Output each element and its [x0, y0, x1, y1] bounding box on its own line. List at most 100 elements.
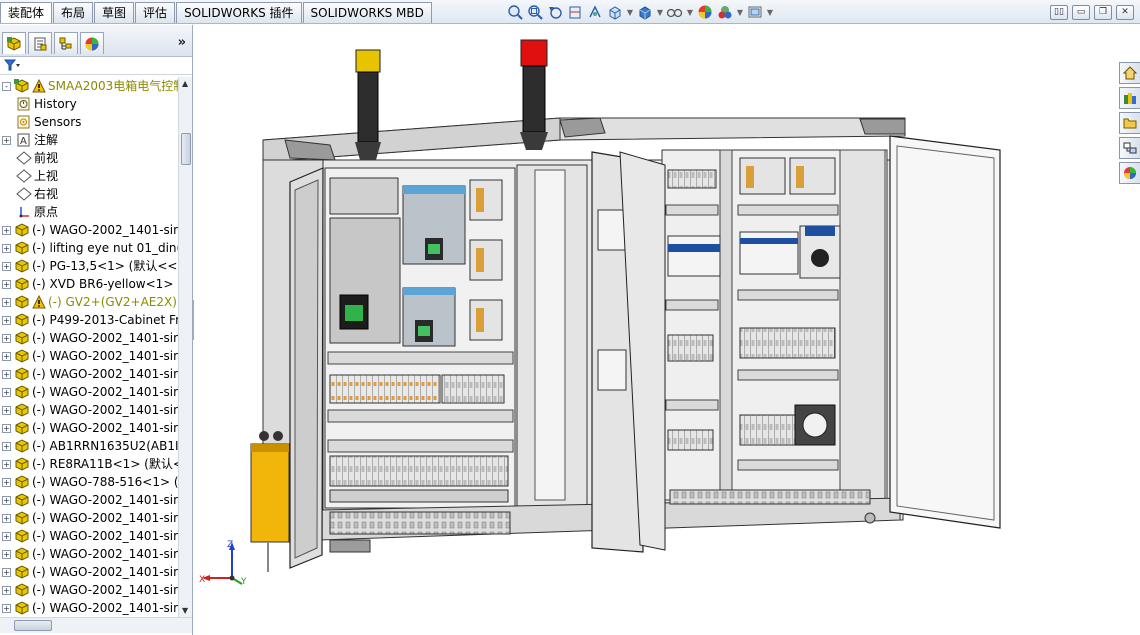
dynamic-annotation-icon[interactable]	[585, 2, 605, 22]
expand-toggle-icon[interactable]: +	[2, 280, 11, 289]
expand-toggle-icon[interactable]: +	[2, 352, 11, 361]
expand-toggle-icon[interactable]: +	[2, 586, 11, 595]
tile-vertical-icon[interactable]: ▭	[1072, 5, 1090, 20]
tree-item[interactable]: + (-) WAGO-2002_1401-sin	[0, 365, 178, 383]
tree-item[interactable]: History	[0, 95, 178, 113]
tree-item[interactable]: + (-) WAGO-2002_1401-sin	[0, 347, 178, 365]
tree-item[interactable]: + (-) RE8RA11B<1> (默认<	[0, 455, 178, 473]
scroll-up-icon[interactable]: ▲	[182, 79, 188, 88]
tree-item[interactable]: 原点	[0, 203, 178, 221]
tree-item[interactable]: + (-) WAGO-2002_1401-sin	[0, 329, 178, 347]
expand-toggle-icon[interactable]: +	[2, 604, 11, 613]
tree-item[interactable]: + (-) PG-13,5<1> (默认<<	[0, 257, 178, 275]
expand-toggle-icon[interactable]: +	[2, 442, 11, 451]
expand-toggle-icon[interactable]: +	[2, 424, 11, 433]
hide-show-dropdown[interactable]: ▼	[685, 2, 695, 22]
tree-item[interactable]: + (-) WAGO-2002_1401-sin	[0, 383, 178, 401]
tree-item[interactable]: + (-) WAGO-2002_1401-sin	[0, 419, 178, 437]
scroll-down-icon[interactable]: ▼	[182, 606, 188, 615]
tab-2[interactable]: 草图	[94, 2, 135, 23]
tree-item[interactable]: 右视	[0, 185, 178, 203]
tree-item[interactable]: + (-) WAGO-2002_1401-sin	[0, 491, 178, 509]
tab-4[interactable]: SOLIDWORKS 插件	[176, 2, 302, 23]
design-library-icon[interactable]	[1119, 87, 1140, 109]
expand-toggle-icon[interactable]: +	[2, 244, 11, 253]
expand-toggle-icon[interactable]: +	[2, 298, 11, 307]
expand-toggle-icon[interactable]: +	[2, 550, 11, 559]
zoom-to-fit-icon[interactable]	[505, 2, 525, 22]
tree-item[interactable]: + (-) GV2+(GV2+AE2X)	[0, 293, 178, 311]
apply-scene-dropdown[interactable]: ▼	[735, 2, 745, 22]
tree-item[interactable]: + (-) WAGO-2002_1401-sin	[0, 527, 178, 545]
view-orientation-dropdown[interactable]: ▼	[625, 2, 635, 22]
tree-item[interactable]: 前视	[0, 149, 178, 167]
expand-toggle-icon[interactable]: +	[2, 136, 11, 145]
view-settings-icon[interactable]	[745, 2, 765, 22]
property-manager-tab-icon[interactable]	[28, 32, 52, 54]
configuration-manager-tab-icon[interactable]	[54, 32, 78, 54]
tree-item[interactable]: + (-) WAGO-788-516<1> (	[0, 473, 178, 491]
tree-item[interactable]: + (-) WAGO-2002_1401-sin	[0, 599, 178, 617]
expand-toggle-icon[interactable]: +	[2, 514, 11, 523]
triad-x-label: X	[199, 575, 205, 585]
tree-item[interactable]: + (-) AB1RRN1635U2(AB1I	[0, 437, 178, 455]
expand-toggle-icon[interactable]: +	[2, 568, 11, 577]
tree-item[interactable]: + (-) WAGO-2002_1401-sin	[0, 509, 178, 527]
scroll-thumb[interactable]	[181, 133, 191, 165]
section-view-icon[interactable]	[565, 2, 585, 22]
zoom-area-icon[interactable]	[525, 2, 545, 22]
expand-toggle-icon[interactable]: -	[2, 82, 11, 91]
tree-item[interactable]: + A 注解	[0, 131, 178, 149]
expand-toggle-icon[interactable]: +	[2, 460, 11, 469]
graphics-area[interactable]	[194, 25, 1140, 635]
panel-expand-icon[interactable]: »	[178, 35, 186, 50]
feature-manager-tab-icon[interactable]	[2, 32, 26, 54]
view-settings-dropdown[interactable]: ▼	[765, 2, 775, 22]
expand-toggle-icon[interactable]: +	[2, 334, 11, 343]
tab-1[interactable]: 布局	[53, 2, 94, 23]
tree-horizontal-scrollbar[interactable]	[0, 617, 192, 633]
previous-view-icon[interactable]	[545, 2, 565, 22]
expand-toggle-icon[interactable]: +	[2, 406, 11, 415]
home-icon[interactable]	[1119, 62, 1140, 84]
part-icon	[14, 223, 30, 237]
tile-horizontal-icon[interactable]: ▯▯	[1050, 5, 1068, 20]
tree-item[interactable]: + (-) WAGO-2002_1401-sin	[0, 545, 178, 563]
expand-toggle-icon[interactable]: +	[2, 496, 11, 505]
filter-icon[interactable]	[3, 58, 20, 72]
tree-item[interactable]: - SMAA2003电箱电气控制柜	[0, 77, 178, 95]
tab-0[interactable]: 装配体	[0, 2, 53, 23]
expand-toggle-icon[interactable]: +	[2, 532, 11, 541]
file-explorer-icon[interactable]	[1119, 112, 1140, 134]
tree-item[interactable]: + (-) lifting eye nut 01_din(	[0, 239, 178, 257]
view-palette-icon[interactable]	[1119, 137, 1140, 159]
tree-item[interactable]: + (-) P499-2013-Cabinet Fr	[0, 311, 178, 329]
tree-vertical-scrollbar[interactable]: ▲ ▼	[178, 77, 192, 617]
expand-toggle-icon[interactable]: +	[2, 388, 11, 397]
tree-item[interactable]: + (-) WAGO-2002_1401-sin	[0, 221, 178, 239]
horizontal-scroll-thumb[interactable]	[14, 620, 52, 631]
view-orientation-icon[interactable]	[605, 2, 625, 22]
tree-item[interactable]: + (-) WAGO-2002_1401-sin	[0, 581, 178, 599]
display-style-icon[interactable]	[635, 2, 655, 22]
apply-scene-icon[interactable]	[715, 2, 735, 22]
edit-appearance-icon[interactable]	[695, 2, 715, 22]
expand-toggle-icon[interactable]: +	[2, 262, 11, 271]
tab-5[interactable]: SOLIDWORKS MBD	[302, 2, 432, 23]
display-style-dropdown[interactable]: ▼	[655, 2, 665, 22]
tab-3[interactable]: 评估	[135, 2, 176, 23]
expand-toggle-icon[interactable]: +	[2, 316, 11, 325]
expand-toggle-icon[interactable]: +	[2, 370, 11, 379]
expand-toggle-icon[interactable]: +	[2, 226, 11, 235]
tree-item[interactable]: + (-) WAGO-2002_1401-sin	[0, 401, 178, 419]
hide-show-icon[interactable]	[665, 2, 685, 22]
tree-item[interactable]: + (-) WAGO-2002_1401-sin	[0, 563, 178, 581]
display-manager-tab-icon[interactable]	[80, 32, 104, 54]
expand-toggle-icon[interactable]: +	[2, 478, 11, 487]
tree-item[interactable]: + (-) XVD BR6-yellow<1>	[0, 275, 178, 293]
restore-icon[interactable]: ❐	[1094, 5, 1112, 20]
tree-item[interactable]: 上视	[0, 167, 178, 185]
close-icon[interactable]: ✕	[1116, 5, 1134, 20]
tree-item[interactable]: Sensors	[0, 113, 178, 131]
appearances-icon[interactable]	[1119, 162, 1140, 184]
